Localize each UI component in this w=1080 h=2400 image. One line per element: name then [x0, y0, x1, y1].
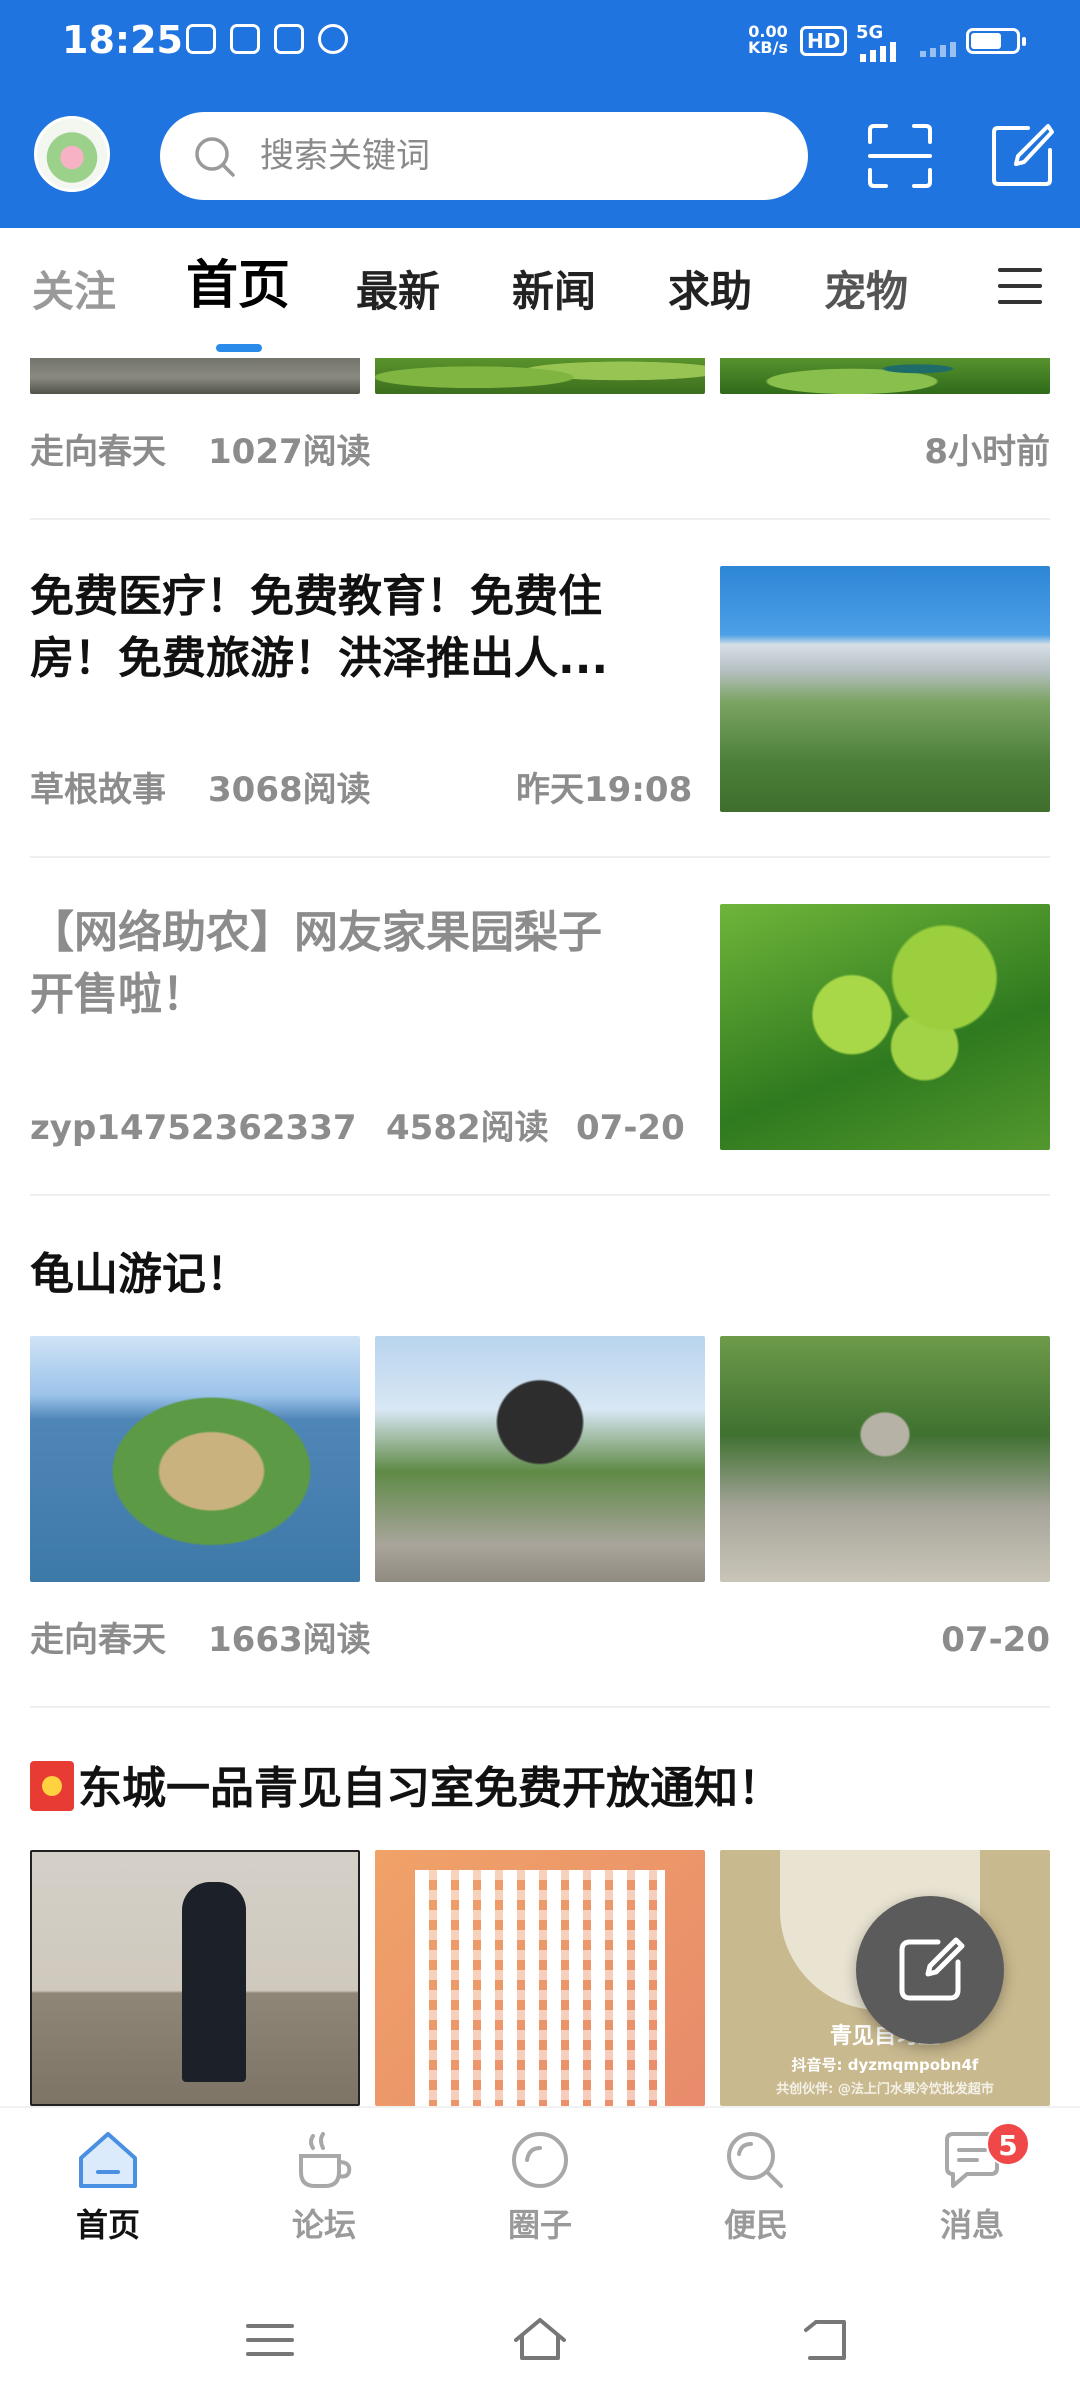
item-time: 昨天19:08	[516, 770, 693, 810]
network-type: 5G	[856, 22, 884, 43]
item-author: zyp14752362337	[30, 1108, 357, 1148]
divider	[30, 1706, 1050, 1708]
message-count-badge: 5	[986, 2122, 1030, 2166]
qr-code	[415, 1870, 665, 2106]
item-reads: 3068阅读	[208, 770, 371, 810]
floating-compose-button[interactable]	[856, 1896, 1004, 2044]
item-thumbnail	[720, 358, 1050, 394]
notification-app-icon	[186, 24, 216, 54]
notice-badge-icon	[30, 1761, 74, 1811]
home-nav-icon[interactable]	[510, 2310, 570, 2370]
item-title: 【网络助农】网友家果园梨子 开售啦！	[30, 907, 602, 1020]
search-bar[interactable]: 搜索关键词	[160, 112, 808, 200]
item-time: 8小时前	[924, 432, 1050, 472]
item-author: 走向春天	[30, 432, 166, 472]
item-thumbnail	[30, 358, 360, 394]
signal-icon-2	[920, 42, 956, 57]
item-reads: 1663阅读	[208, 1620, 371, 1660]
item-thumbnail	[720, 904, 1050, 1150]
tab-pets[interactable]: 宠物	[824, 264, 908, 320]
item-title: 龟山游记！	[30, 1249, 250, 1300]
item-thumbnail	[375, 1336, 705, 1582]
back-icon[interactable]	[796, 2310, 856, 2370]
search-icon	[195, 137, 235, 177]
bot-app-icon	[318, 24, 348, 54]
tab-follow[interactable]: 关注	[32, 264, 116, 320]
item-reads: 4582阅读	[386, 1108, 549, 1148]
qr-account: 抖音号: dyzmqmpobn4f	[791, 2056, 979, 2074]
item-thumbnail	[30, 1850, 360, 2106]
tab-home[interactable]: 首页	[186, 258, 290, 314]
network-speed: 0.00 KB/s	[748, 22, 788, 57]
active-tab-indicator	[216, 344, 262, 352]
item-thumbnail	[375, 358, 705, 394]
battery-icon	[966, 28, 1026, 54]
nav-messages[interactable]: 5 消息	[902, 2122, 1042, 2278]
item-title: 东城一品青见自习室免费开放通知！	[30, 1758, 1050, 1820]
divider	[30, 518, 1050, 520]
hd-icon: HD	[800, 26, 848, 56]
status-time: 18:25	[62, 18, 183, 62]
scan-icon[interactable]	[866, 122, 934, 190]
compose-icon[interactable]	[988, 122, 1056, 190]
item-author: 走向春天	[30, 1620, 166, 1660]
status-bar: 18:25 0.00 KB/s HD 5G	[0, 0, 1080, 90]
nav-forum[interactable]: 论坛	[254, 2128, 394, 2278]
item-time: 07-20	[941, 1620, 1050, 1660]
notification-icons	[186, 24, 348, 54]
menu-icon[interactable]	[996, 262, 1044, 310]
coffee-cup-icon	[299, 2132, 352, 2188]
video-app-icon	[230, 24, 260, 54]
photo-app-icon	[274, 24, 304, 54]
system-navigation-bar	[0, 2280, 1080, 2400]
news-feed: 走向春天 1027阅读 8小时前 免费医疗！免费教育！免费住 房！免费旅游！洪泽…	[0, 358, 1080, 2106]
item-time: 07-20	[576, 1108, 685, 1148]
item-author: 草根故事	[30, 770, 166, 810]
search-placeholder: 搜索关键词	[260, 136, 430, 176]
item-thumbnail	[375, 1850, 705, 2106]
divider	[30, 1194, 1050, 1196]
edit-icon	[899, 1937, 965, 2001]
tab-latest[interactable]: 最新	[356, 264, 440, 320]
bottom-navigation: 首页 论坛 圈子 便民 5 消息	[0, 2106, 1080, 2280]
qr-partner: 共创伙伴: @法上门水果冷饮批发超市	[776, 2082, 994, 2097]
search-icon	[727, 2132, 783, 2188]
app-header: 18:25 0.00 KB/s HD 5G 搜索关键词	[0, 0, 1080, 228]
nav-home[interactable]: 首页	[38, 2128, 178, 2278]
tab-news[interactable]: 新闻	[512, 264, 596, 320]
home-icon	[79, 2132, 137, 2188]
circle-icon	[512, 2132, 568, 2188]
item-thumbnail	[720, 1336, 1050, 1582]
item-thumbnail	[720, 566, 1050, 812]
nav-services[interactable]: 便民	[686, 2128, 826, 2278]
recent-apps-icon[interactable]	[240, 2310, 300, 2370]
divider	[30, 856, 1050, 858]
tab-help[interactable]: 求助	[668, 264, 752, 320]
item-reads: 1027阅读	[208, 432, 371, 472]
signal-icon	[860, 42, 896, 62]
item-title: 免费医疗！免费教育！免费住 房！免费旅游！洪泽推出人...	[30, 571, 609, 684]
category-tabs: 关注 首页 最新 新闻 求助 宠物	[0, 228, 1080, 358]
nav-circle[interactable]: 圈子	[470, 2128, 610, 2278]
item-thumbnail	[30, 1336, 360, 1582]
user-avatar[interactable]	[34, 116, 110, 192]
